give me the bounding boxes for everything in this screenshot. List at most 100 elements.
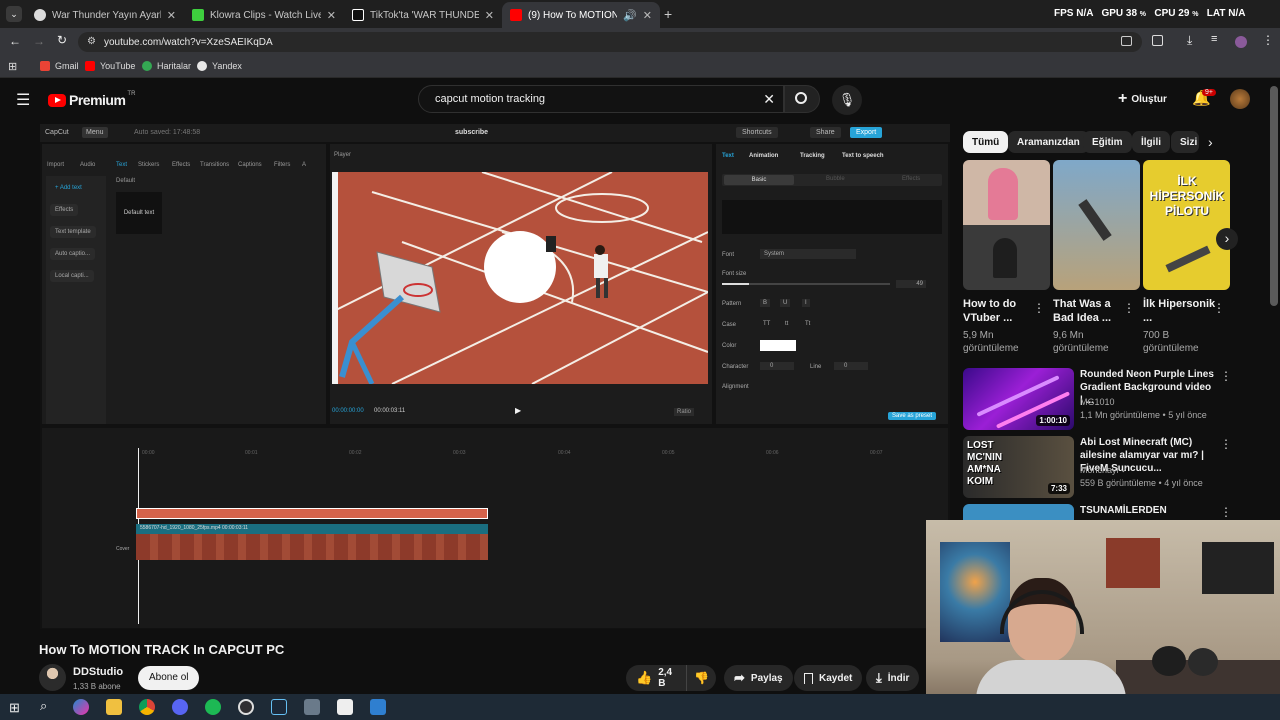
chip-all[interactable]: Tümü [963, 131, 1009, 153]
chip-related[interactable]: İlgili [1132, 131, 1170, 153]
player-label: Player [334, 152, 352, 158]
address-bar[interactable]: ⚙ youtube.com/watch?v=XzeSAEIKqDA [78, 32, 1142, 52]
new-tab-button[interactable]: + [664, 6, 672, 22]
windows-start-icon[interactable]: ⊞ [9, 700, 20, 716]
app-icon[interactable] [370, 699, 386, 715]
discord-icon[interactable] [172, 699, 188, 715]
video-thumbnail-2[interactable]: LOST MC'NIN AM*NA KOIM 7:33 [963, 436, 1074, 498]
tool-label: Effects [172, 162, 191, 168]
more-options-icon[interactable]: ⋮ [1033, 301, 1045, 315]
short-thumbnail-3[interactable]: İLK HİPERSONİK PİLOTU [1143, 160, 1230, 290]
channel-avatar[interactable] [39, 664, 66, 691]
steam-icon[interactable] [271, 699, 287, 715]
bookmark-label: YouTube [100, 61, 136, 71]
search-input[interactable]: capcut motion tracking ✕ [418, 85, 784, 113]
save-button[interactable]: Kaydet [794, 665, 863, 691]
more-icon[interactable]: ⋮ [1262, 33, 1274, 47]
youtube-logo[interactable]: Premium TR [48, 91, 135, 108]
short-title[interactable]: How to do VTuber ... [963, 297, 1039, 325]
more-options-icon[interactable]: ⋮ [1220, 437, 1232, 451]
font-value: System [760, 249, 856, 259]
more-options-icon[interactable]: ⋮ [1213, 301, 1225, 315]
copilot-icon[interactable] [73, 699, 89, 715]
more-options-icon[interactable]: ⋮ [1123, 301, 1135, 315]
video-meta: 559 B görüntüleme • 4 yıl önce [1080, 478, 1203, 488]
game-app-icon[interactable] [304, 699, 320, 715]
like-button[interactable]: 👍 2,4 B [626, 665, 686, 691]
close-icon[interactable]: ✕ [643, 9, 652, 22]
playlist-icon[interactable]: ≡ [1211, 33, 1217, 45]
short-title[interactable]: That Was a Bad Idea ... [1053, 297, 1129, 325]
youtube-icon [510, 9, 522, 21]
chevron-right-icon[interactable]: › [1216, 228, 1238, 250]
chip-for-you[interactable]: Sizi [1171, 131, 1199, 153]
bookmark-yandex[interactable]: Yandex [197, 61, 242, 71]
back-icon[interactable]: ← [9, 34, 21, 48]
play-icon: ▶ [515, 406, 522, 415]
close-icon[interactable]: ✕ [327, 9, 336, 22]
prop-tab: Animation [749, 153, 779, 159]
tab-war-thunder[interactable]: War Thunder Yayın Ayarları ✕ [26, 2, 184, 28]
tab-youtube-active[interactable]: (9) How To MOTION TRACK 🔊 ✕ [502, 2, 660, 28]
download-button[interactable]: ⤓ İndir [866, 665, 920, 691]
video-thumbnail-1[interactable]: 1:00:10 [963, 368, 1074, 430]
subscribe-button[interactable]: Abone ol [138, 666, 200, 690]
hamburger-menu-icon[interactable]: ☰ [16, 90, 30, 110]
bookmark-youtube[interactable]: YouTube [85, 61, 135, 71]
save-label: Kaydet [819, 672, 853, 684]
bookmark-gmail[interactable]: Gmail [40, 61, 79, 71]
page-scrollbar[interactable] [1270, 86, 1278, 306]
capcut-icon[interactable] [337, 699, 353, 715]
short-thumbnail-2[interactable] [1053, 160, 1140, 290]
tool-label: Audio [80, 162, 96, 168]
channel-avatar[interactable] [1230, 89, 1250, 109]
reload-icon[interactable]: ↻ [57, 33, 67, 47]
ruler-tick: 00:06 [766, 450, 779, 456]
short-title[interactable]: İlk Hipersonik ... [1143, 297, 1219, 325]
chip-education[interactable]: Eğitim [1083, 131, 1132, 153]
profile-avatar[interactable] [1235, 36, 1247, 48]
kick-icon [192, 9, 204, 21]
tab-tiktok[interactable]: TikTok'ta 'WAR THUNDEr su 30 ✕ [344, 2, 502, 28]
install-app-icon[interactable] [1121, 36, 1132, 46]
clear-search-icon[interactable]: ✕ [763, 91, 775, 108]
mic-icon[interactable]: 🎙 [832, 85, 862, 115]
site-info-icon[interactable]: ⚙ [87, 36, 96, 47]
forward-icon[interactable]: → [33, 34, 45, 48]
video-title[interactable]: TSUNAMİLERDEN [1080, 504, 1215, 517]
jet-graphic [1165, 245, 1211, 273]
tab-klowra[interactable]: Klowra Clips - Watch Live on Ki ✕ [184, 2, 344, 28]
more-options-icon[interactable]: ⋮ [1220, 505, 1232, 519]
apps-grid-icon[interactable]: ⊞ [8, 60, 17, 73]
video-thumbnail-3[interactable] [963, 504, 1074, 520]
download-icon[interactable]: ⤓ [1187, 33, 1192, 48]
bookmark-maps[interactable]: Haritalar [142, 61, 191, 71]
search-icon[interactable]: ⌕ [40, 698, 47, 714]
speaker-icon[interactable]: 🔊 [623, 9, 637, 22]
capcut-timeline: 00:00 00:01 00:02 00:03 00:04 00:05 00:0… [42, 428, 948, 628]
obs-icon[interactable] [238, 699, 254, 715]
extensions-icon[interactable] [1152, 35, 1163, 46]
share-button[interactable]: ➦ Paylaş [724, 665, 793, 691]
video-channel[interactable]: MG1010 [1080, 397, 1115, 407]
spotify-icon[interactable] [205, 699, 221, 715]
tool-label: A [302, 162, 307, 168]
close-icon[interactable]: ✕ [167, 9, 176, 22]
video-player[interactable]: CapCut Menu Auto saved: 17:48:58 subscri… [40, 124, 950, 629]
fontsize-value: 49 [896, 280, 926, 288]
chrome-icon[interactable] [139, 699, 155, 715]
chevron-right-icon[interactable]: › [1208, 134, 1213, 150]
tab-search-icon[interactable]: ⌄ [6, 6, 22, 22]
short-thumbnail-1[interactable] [963, 160, 1050, 290]
chip-from-search[interactable]: Aramanızdan [1008, 131, 1089, 153]
channel-name[interactable]: DDStudio [73, 666, 123, 678]
file-explorer-icon[interactable] [106, 699, 122, 715]
capcut-shortcuts: Shortcuts [736, 127, 778, 138]
close-icon[interactable]: ✕ [485, 9, 494, 22]
short-meta: 700 B görüntüleme [1143, 329, 1223, 355]
search-button[interactable] [784, 85, 820, 113]
more-options-icon[interactable]: ⋮ [1220, 369, 1232, 383]
dislike-button[interactable]: 👎 [686, 665, 716, 691]
video-channel-row[interactable]: Monchayi ✓ [1080, 465, 1129, 476]
create-button[interactable]: + Oluştur [1118, 87, 1167, 111]
